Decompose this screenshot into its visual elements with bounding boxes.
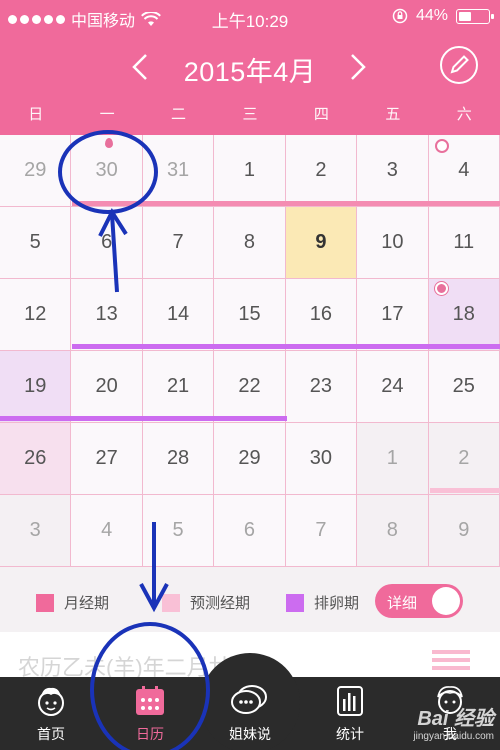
lunar-date-text: 农历乙未(羊)年二月廿 — [18, 655, 231, 677]
expand-lines-icon[interactable] — [432, 650, 470, 674]
day-cell[interactable]: 30 — [285, 423, 358, 495]
next-month-button[interactable] — [346, 52, 370, 82]
day-cell[interactable]: 5 — [0, 207, 72, 279]
legend-ovulation: 排卵期 — [286, 592, 359, 613]
weekday-mon: 一 — [99, 106, 115, 123]
day-cell[interactable]: 18 — [428, 279, 500, 351]
day-cell[interactable]: 10 — [357, 207, 429, 279]
calendar-icon — [136, 686, 164, 715]
battery-icon — [456, 8, 494, 24]
day-cell[interactable]: 4 — [71, 495, 143, 567]
day-cell[interactable]: 3 — [357, 135, 429, 207]
day-cell[interactable]: 8 — [357, 495, 429, 567]
weekday-sun: 日 — [28, 106, 44, 123]
predicted-swatch — [162, 593, 180, 612]
day-cell[interactable]: 29 — [214, 423, 286, 495]
legend-predicted: 预测经期 — [162, 592, 250, 613]
battery-percent: 44% — [415, 7, 448, 24]
day-cell[interactable]: 25 — [428, 351, 500, 423]
day-cell[interactable]: 2 — [428, 423, 500, 495]
day-cell[interactable]: 16 — [285, 279, 358, 351]
legend-period: 月经期 — [36, 592, 109, 613]
day-cell[interactable]: 22 — [214, 351, 286, 423]
ovulation-range-bar — [72, 344, 500, 349]
note-marker-icon — [434, 139, 449, 153]
edit-button[interactable] — [440, 46, 478, 84]
month-bar: 2015年4月 — [0, 40, 500, 96]
day-cell[interactable]: 14 — [142, 279, 215, 351]
chat-bubbles-icon — [231, 685, 267, 714]
ovulation-swatch — [286, 593, 304, 612]
period-swatch — [36, 593, 54, 612]
day-cell[interactable]: 6 — [214, 495, 286, 567]
baidu-watermark: Bai 经验 jingyan.baidu.com — [413, 708, 494, 742]
pencil-icon — [450, 55, 469, 74]
day-cell[interactable]: 28 — [142, 423, 215, 495]
period-range-bar — [72, 201, 500, 206]
weekday-tue: 二 — [171, 106, 187, 123]
rotation-lock-icon — [392, 8, 408, 24]
weekday-header: 日 一 二 三 四 五 六 — [0, 103, 500, 131]
calendar-grid: 29 30 31 1 2 3 4 5 6 7 8 9 10 11 12 13 1… — [0, 135, 500, 567]
weekday-thu: 四 — [313, 106, 329, 123]
day-cell[interactable]: 20 — [71, 351, 143, 423]
day-cell[interactable]: 8 — [214, 207, 286, 279]
bottom-tab-bar: 首页 日历 姐妹说 统计 我 Bai 经验 jingyan.baidu.com — [0, 653, 500, 750]
day-cell[interactable]: 24 — [357, 351, 429, 423]
weekday-sat: 六 — [456, 106, 472, 123]
tab-calendar[interactable]: 日历 — [110, 677, 190, 750]
predicted-range-bar — [430, 488, 500, 493]
day-cell[interactable]: 15 — [214, 279, 286, 351]
home-face-icon — [38, 687, 64, 716]
stats-bars-icon — [337, 686, 363, 716]
day-cell[interactable]: 2 — [285, 135, 358, 207]
ovulation-day-marker-icon — [434, 282, 448, 295]
day-cell[interactable]: 31 — [142, 135, 215, 207]
tab-statistics[interactable]: 统计 — [310, 677, 390, 750]
day-cell[interactable]: 19 — [0, 351, 72, 423]
day-cell[interactable]: 29 — [0, 135, 72, 207]
month-title: 2015年4月 — [183, 57, 317, 87]
top-header: 中国移动 上午10:29 44% 2015年4月 日 一 二 三 四 五 六 — [0, 0, 500, 135]
day-cell[interactable]: 1 — [214, 135, 286, 207]
day-cell[interactable]: 6 — [71, 207, 143, 279]
tab-sisters-say[interactable]: 姐妹说 — [210, 677, 290, 750]
day-cell[interactable]: 1 — [357, 423, 429, 495]
tab-home[interactable]: 首页 — [11, 677, 91, 750]
ovulation-range-bar — [0, 416, 287, 421]
day-cell[interactable]: 5 — [142, 495, 215, 567]
day-cell[interactable]: 13 — [71, 279, 143, 351]
detail-toggle[interactable]: 详细 — [375, 584, 463, 618]
day-cell[interactable]: 17 — [357, 279, 429, 351]
day-cell[interactable]: 27 — [71, 423, 143, 495]
day-cell[interactable]: 7 — [142, 207, 215, 279]
weekday-fri: 五 — [385, 106, 401, 123]
day-cell[interactable]: 3 — [0, 495, 72, 567]
toggle-knob — [432, 587, 460, 615]
day-cell[interactable]: 26 — [0, 423, 72, 495]
day-cell[interactable]: 4 — [428, 135, 500, 207]
drop-marker-icon — [105, 138, 114, 148]
day-cell[interactable]: 21 — [142, 351, 215, 423]
day-cell[interactable]: 23 — [285, 351, 358, 423]
day-cell[interactable]: 9 — [428, 495, 500, 567]
day-cell[interactable]: 11 — [428, 207, 500, 279]
weekday-wed: 三 — [242, 106, 258, 123]
legend-bar: 月经期 预测经期 排卵期 详细 — [0, 582, 500, 624]
day-cell[interactable]: 7 — [285, 495, 358, 567]
day-cell-today[interactable]: 9 — [285, 207, 358, 279]
day-cell[interactable]: 30 — [71, 135, 143, 207]
day-cell[interactable]: 12 — [0, 279, 72, 351]
status-bar: 中国移动 上午10:29 44% — [0, 0, 500, 36]
